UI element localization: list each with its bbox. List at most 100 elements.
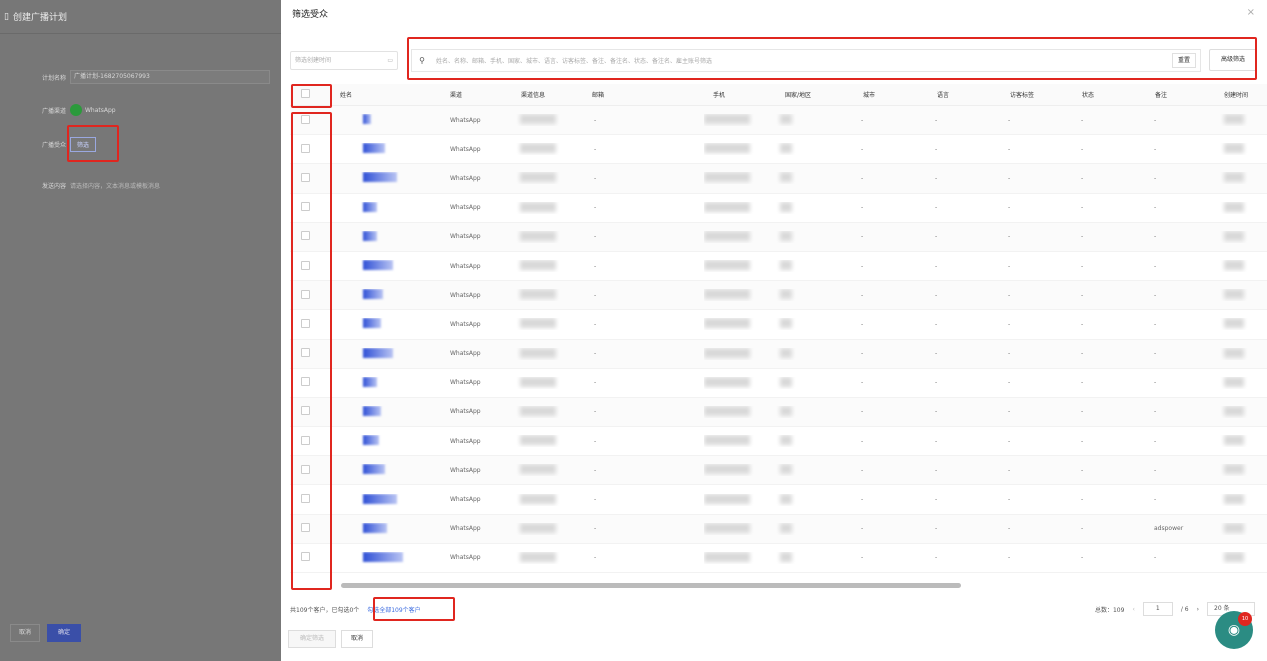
channel-row: 广播渠道 WhatsApp bbox=[0, 104, 116, 116]
back-icon[interactable]: ▯ bbox=[4, 12, 9, 22]
bg-cancel-button[interactable]: 取消 bbox=[10, 624, 40, 642]
row-checkbox[interactable] bbox=[301, 318, 310, 328]
country-blur bbox=[780, 464, 792, 475]
col-country[interactable]: 国家/地区 bbox=[776, 90, 850, 99]
col-channel-info[interactable]: 渠道信息 bbox=[510, 90, 582, 99]
cell-name bbox=[320, 289, 438, 301]
cell-city: - bbox=[861, 554, 864, 562]
cell-tags: - bbox=[1008, 174, 1011, 182]
row-checkbox[interactable] bbox=[301, 552, 310, 562]
cell-status: - bbox=[1081, 350, 1084, 358]
horizontal-scrollbar[interactable] bbox=[341, 583, 961, 588]
cell-channel-info bbox=[510, 405, 582, 418]
table-row[interactable]: WhatsApp - - - - - - bbox=[290, 194, 1267, 223]
table-row[interactable]: WhatsApp - - - - - - bbox=[290, 222, 1267, 252]
close-icon[interactable]: × bbox=[1247, 7, 1255, 18]
col-email[interactable]: 邮箱 bbox=[582, 90, 704, 99]
table-row[interactable]: WhatsApp - - - - - - bbox=[290, 427, 1267, 457]
row-checkbox[interactable] bbox=[301, 435, 310, 445]
total-count: 总数：109 bbox=[1094, 606, 1125, 614]
cell-country bbox=[776, 260, 850, 272]
cell-status: - bbox=[1081, 291, 1084, 299]
row-checkbox[interactable] bbox=[301, 464, 310, 474]
page-input[interactable]: 1 bbox=[1142, 602, 1173, 616]
table-row[interactable]: WhatsApp - - - - - - bbox=[290, 485, 1267, 515]
cell-email: - bbox=[594, 350, 597, 358]
table-row[interactable]: WhatsApp - - - - - adspower bbox=[290, 514, 1267, 544]
table-row[interactable]: WhatsApp - - - - - - bbox=[290, 164, 1267, 194]
col-phone[interactable]: 手机 bbox=[704, 90, 776, 99]
bg-confirm-button[interactable]: 确定 bbox=[47, 624, 81, 642]
cell-language: - bbox=[935, 145, 938, 153]
select-all-link[interactable]: 勾选全部109个客户 bbox=[367, 607, 420, 614]
cell-tags: - bbox=[1008, 408, 1011, 416]
country-blur bbox=[780, 435, 792, 446]
advanced-filter-button[interactable]: 高级筛选 bbox=[1209, 49, 1257, 71]
row-checkbox[interactable] bbox=[301, 348, 310, 358]
cell-phone bbox=[704, 318, 776, 330]
table-row[interactable]: WhatsApp - - - - - - bbox=[290, 310, 1267, 340]
row-checkbox[interactable] bbox=[301, 202, 310, 212]
select-all-checkbox-cell bbox=[290, 89, 320, 100]
cell-channel: WhatsApp bbox=[450, 554, 481, 562]
row-checkbox[interactable] bbox=[301, 523, 310, 533]
cell-name bbox=[320, 405, 438, 418]
chat-widget-button[interactable]: ◉ 10 bbox=[1215, 611, 1253, 649]
select-all-checkbox[interactable] bbox=[301, 89, 310, 98]
phone-blur bbox=[704, 347, 750, 358]
row-checkbox[interactable] bbox=[301, 231, 310, 241]
name-blur bbox=[363, 435, 379, 446]
cell-language: - bbox=[935, 320, 938, 328]
row-checkbox[interactable] bbox=[301, 143, 310, 153]
cell-channel: WhatsApp bbox=[450, 116, 481, 124]
cell-created bbox=[1215, 289, 1255, 301]
col-channel[interactable]: 渠道 bbox=[438, 90, 510, 99]
cell-remark: - bbox=[1154, 379, 1157, 387]
reset-button[interactable]: 重置 bbox=[1172, 53, 1196, 68]
cell-phone bbox=[704, 143, 776, 155]
table-row[interactable]: WhatsApp - - - - - - bbox=[290, 397, 1267, 428]
table-row[interactable]: WhatsApp - - - - - - bbox=[290, 339, 1267, 369]
col-created[interactable]: 创建时间 bbox=[1215, 90, 1255, 99]
cancel-button[interactable]: 取消 bbox=[341, 630, 373, 648]
row-checkbox[interactable] bbox=[301, 260, 310, 270]
cell-created bbox=[1215, 114, 1255, 126]
cell-city: - bbox=[861, 291, 864, 299]
table-row[interactable]: WhatsApp - - - - - - bbox=[290, 106, 1267, 136]
cell-channel-info bbox=[510, 435, 582, 447]
channel-value: WhatsApp bbox=[85, 106, 116, 114]
table-row[interactable]: WhatsApp - - - - - - bbox=[290, 252, 1267, 282]
col-name[interactable]: 姓名 bbox=[320, 90, 438, 99]
confirm-filter-button[interactable]: 确定筛选 bbox=[288, 630, 336, 648]
content-placeholder[interactable]: 请选择内容，文本消息或模板消息 bbox=[70, 181, 160, 190]
row-checkbox[interactable] bbox=[301, 289, 310, 299]
table-row[interactable]: WhatsApp - - - - - - bbox=[290, 544, 1267, 573]
col-tags[interactable]: 访客标签 bbox=[997, 90, 1070, 99]
table-row[interactable]: WhatsApp - - - - - - bbox=[290, 456, 1267, 486]
row-checkbox[interactable] bbox=[301, 114, 310, 124]
country-blur bbox=[780, 551, 792, 562]
plan-name-input[interactable]: 广播计划-1682705067993 bbox=[70, 70, 270, 84]
search-icon: ⚲ bbox=[419, 56, 425, 65]
col-status[interactable]: 状态 bbox=[1070, 90, 1143, 99]
row-checkbox[interactable] bbox=[301, 377, 310, 387]
cell-channel: WhatsApp bbox=[450, 145, 481, 153]
table-row[interactable]: WhatsApp - - - - - - bbox=[290, 135, 1267, 165]
audience-filter-button[interactable]: 筛选 bbox=[70, 137, 97, 152]
col-remark[interactable]: 备注 bbox=[1143, 90, 1215, 99]
cell-country bbox=[776, 405, 850, 418]
col-city[interactable]: 城市 bbox=[850, 90, 924, 99]
table-row[interactable]: WhatsApp - - - - - - bbox=[290, 281, 1267, 311]
cell-status: - bbox=[1081, 496, 1084, 504]
cell-status: - bbox=[1081, 466, 1084, 474]
col-language[interactable]: 语言 bbox=[924, 90, 997, 99]
created-time-filter[interactable]: 筛选创建时间 ▭ bbox=[290, 51, 398, 70]
prev-page-button[interactable]: ‹ bbox=[1132, 606, 1134, 613]
selection-count: 共109个客户，已勾选0个 bbox=[290, 607, 360, 614]
row-checkbox[interactable] bbox=[301, 172, 310, 182]
table-row[interactable]: WhatsApp - - - - - - bbox=[290, 369, 1267, 398]
row-checkbox[interactable] bbox=[301, 406, 310, 416]
row-checkbox[interactable] bbox=[301, 494, 310, 504]
search-input[interactable]: ⚲ 姓名、名称、邮箱、手机、国家、城市、语言、访客标签、备注、备注名、状态、备注… bbox=[411, 49, 1201, 72]
next-page-button[interactable]: › bbox=[1197, 606, 1199, 613]
